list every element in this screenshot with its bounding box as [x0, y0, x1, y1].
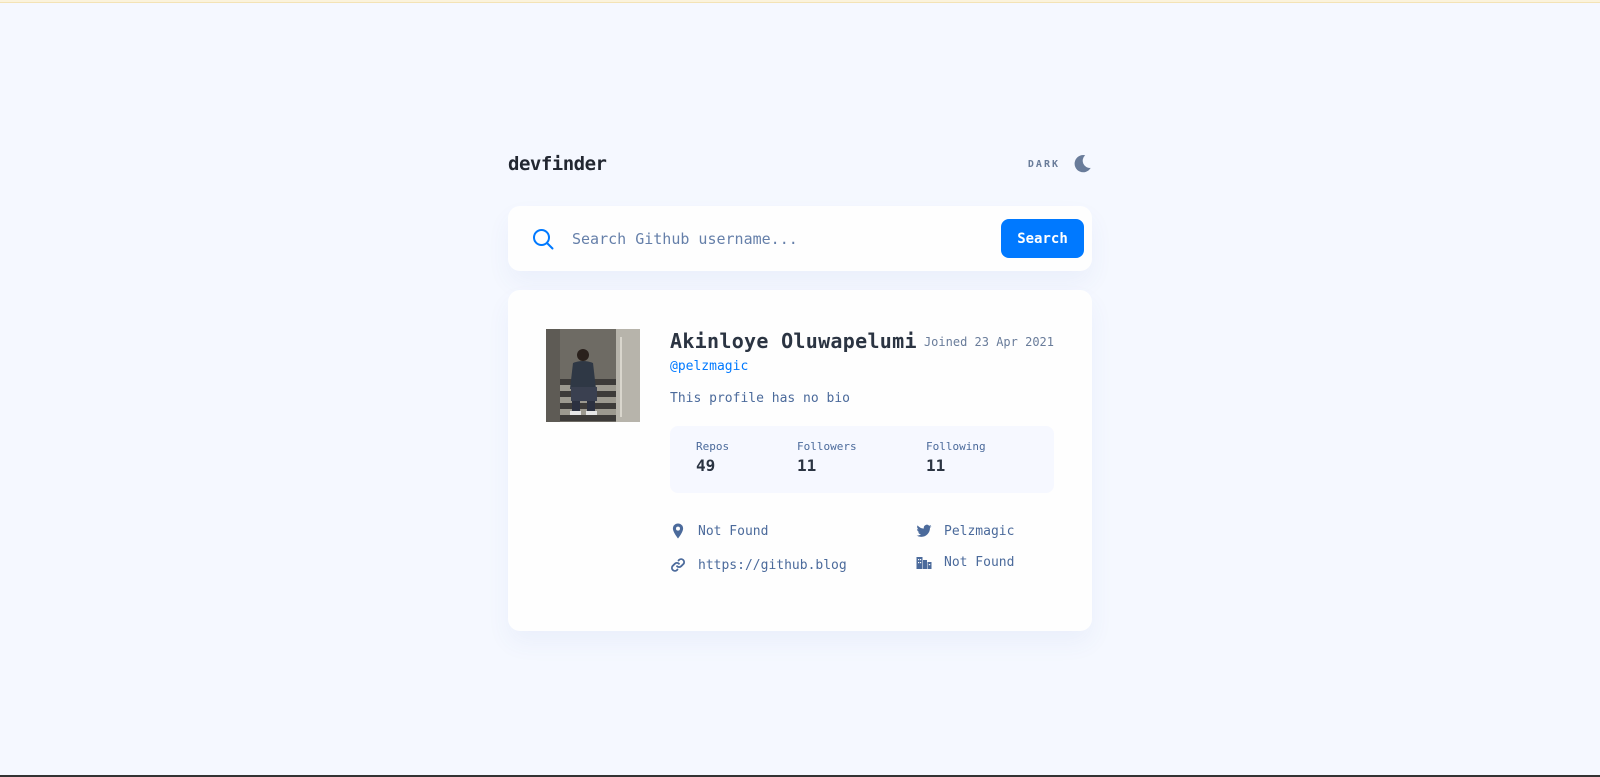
stat-label: Followers	[797, 440, 857, 453]
profile-bio: This profile has no bio	[670, 391, 851, 406]
stat-following: Following 11	[926, 440, 986, 493]
app-logo: devfinder	[508, 153, 607, 175]
stat-value: 11	[797, 456, 817, 475]
profile-name: Akinloye Oluwapelumi	[670, 329, 917, 353]
joined-date: Joined 23 Apr 2021	[923, 335, 1054, 349]
location-pin-icon	[672, 523, 684, 539]
top-border	[0, 0, 1600, 3]
search-input[interactable]	[572, 229, 1001, 248]
name-row: Akinloye Oluwapelumi Joined 23 Apr 2021	[670, 329, 1054, 353]
profile-login-link[interactable]: @pelzmagic	[670, 359, 1054, 374]
location-text: Not Found	[698, 523, 769, 539]
moon-icon	[1074, 155, 1091, 173]
theme-toggle-button[interactable]: DARK	[1028, 154, 1092, 174]
link-company: Not Found	[916, 554, 1014, 570]
link-icon	[671, 558, 685, 572]
app-header: devfinder DARK	[508, 140, 1092, 188]
search-button[interactable]: Search	[1001, 219, 1084, 258]
stat-label: Repos	[696, 440, 730, 453]
stat-value: 49	[696, 456, 716, 475]
profile-links: Not Found https://github.blog Pelzmagic …	[670, 523, 1054, 593]
blog-link[interactable]: https://github.blog	[698, 558, 847, 573]
building-icon	[916, 557, 932, 569]
twitter-text: Pelzmagic	[944, 523, 1015, 539]
link-blog: https://github.blog	[670, 557, 847, 573]
profile-card: Akinloye Oluwapelumi Joined 23 Apr 2021 …	[508, 290, 1092, 631]
stat-value: 11	[926, 456, 946, 475]
stat-followers: Followers 11	[797, 440, 926, 493]
twitter-icon	[916, 524, 932, 537]
profile-stats: Repos 49 Followers 11 Following 11	[670, 426, 1054, 493]
search-icon	[533, 228, 554, 249]
profile-details: Akinloye Oluwapelumi Joined 23 Apr 2021 …	[670, 329, 1054, 593]
stat-label: Following	[926, 440, 986, 453]
link-twitter: Pelzmagic	[916, 523, 1014, 539]
avatar	[546, 329, 640, 422]
devfinder-app: devfinder DARK Search Github username...…	[508, 140, 1092, 631]
link-location: Not Found	[670, 523, 768, 539]
theme-toggle-label: DARK	[1027, 158, 1060, 170]
stat-repos: Repos 49	[696, 440, 797, 493]
avatar-photo	[546, 329, 640, 422]
company-text: Not Found	[944, 554, 1015, 570]
search-bar: Search	[508, 206, 1092, 271]
